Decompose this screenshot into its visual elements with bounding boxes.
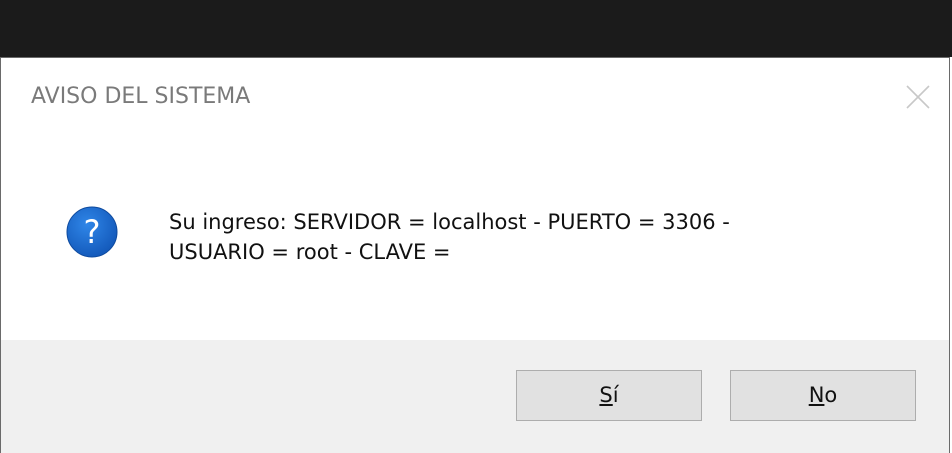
dialog-button-bar: Sí No bbox=[1, 340, 949, 453]
message-dialog: AVISO DEL SISTEMA ? Su ingreso: SERVIDOR… bbox=[0, 57, 950, 453]
svg-text:?: ? bbox=[84, 213, 101, 251]
no-button[interactable]: No bbox=[730, 370, 916, 421]
window-top-strip bbox=[0, 0, 952, 57]
dialog-title: AVISO DEL SISTEMA bbox=[31, 84, 251, 109]
dialog-message: Su ingreso: SERVIDOR = localhost - PUERT… bbox=[169, 207, 929, 267]
yes-button-mnemonic: S bbox=[599, 383, 613, 407]
yes-button-label-rest: í bbox=[612, 383, 619, 407]
yes-button[interactable]: Sí bbox=[516, 370, 702, 421]
message-line-2: USUARIO = root - CLAVE = bbox=[169, 240, 451, 264]
dialog-content: ? Su ingreso: SERVIDOR = localhost - PUE… bbox=[1, 140, 949, 340]
message-line-1: Su ingreso: SERVIDOR = localhost - PUERT… bbox=[169, 210, 730, 234]
screen: AVISO DEL SISTEMA ? Su ingreso: SERVIDOR… bbox=[0, 0, 952, 453]
question-icon: ? bbox=[65, 205, 119, 259]
no-button-mnemonic: N bbox=[808, 383, 825, 407]
no-button-label-rest: o bbox=[824, 383, 838, 407]
close-icon bbox=[903, 82, 933, 112]
close-button[interactable] bbox=[903, 82, 933, 112]
